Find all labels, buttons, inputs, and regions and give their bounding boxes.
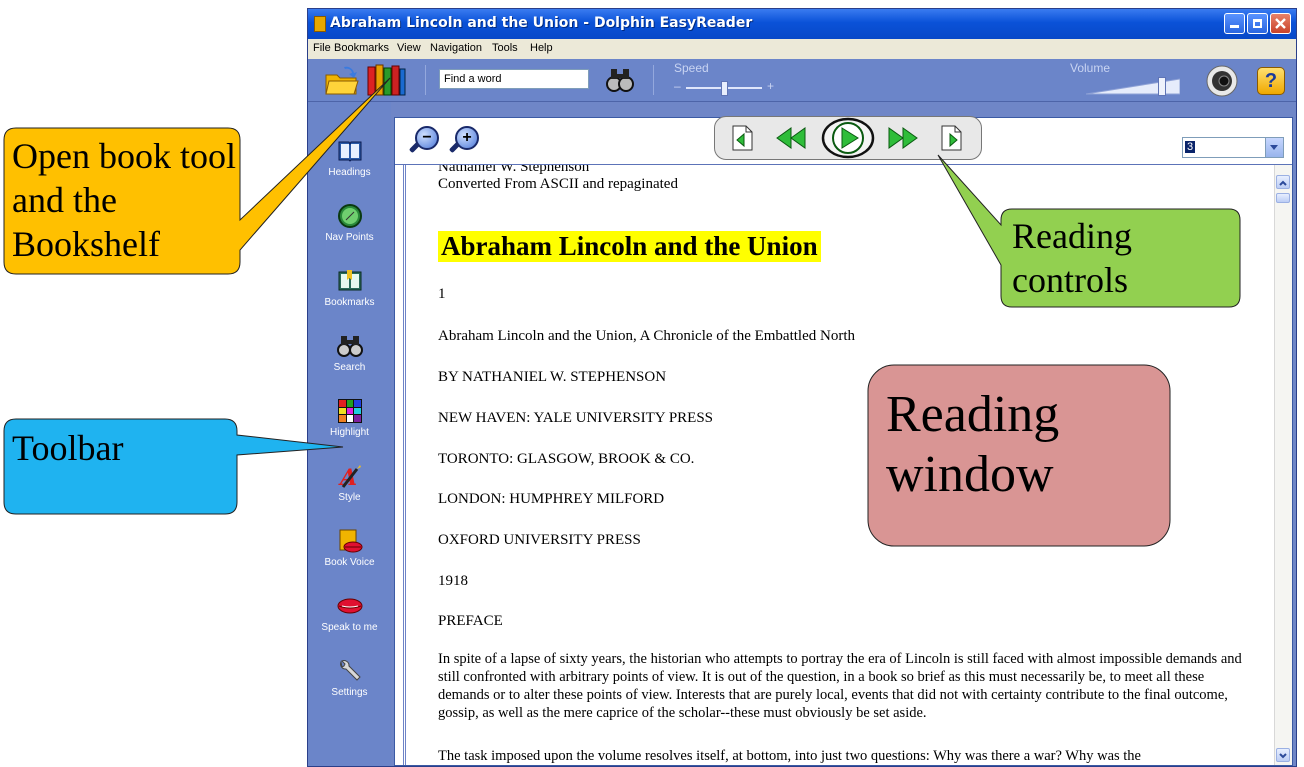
- reading-window-callout-text: Reading window: [886, 386, 1060, 503]
- open-book-callout-text: Open book tool and the Bookshelf: [12, 136, 236, 264]
- toolbar-callout-text: Toolbar: [12, 428, 124, 468]
- callout-shapes: [3, 77, 1241, 547]
- reading-controls-callout-text: Reading controls: [1012, 216, 1132, 300]
